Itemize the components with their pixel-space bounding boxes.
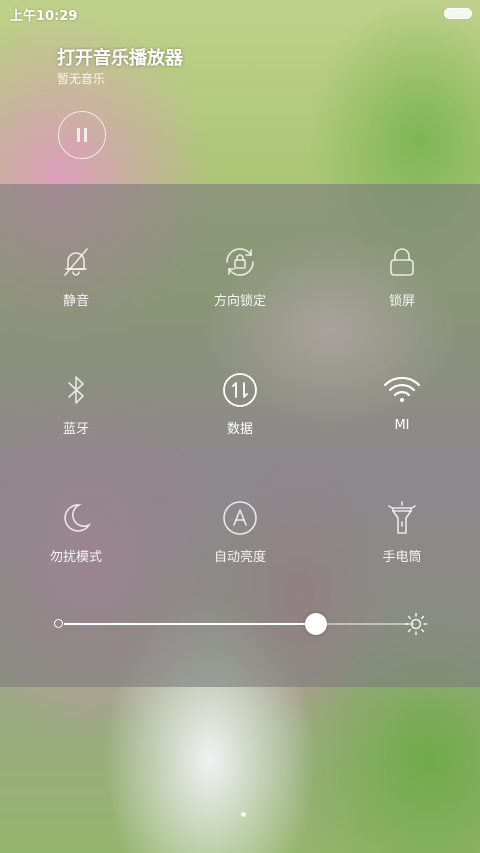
toggle-label: 数据 bbox=[226, 422, 253, 437]
toggle-wifi[interactable]: MI bbox=[342, 370, 462, 460]
toggle-mute[interactable]: 静音 bbox=[16, 242, 136, 332]
battery-icon bbox=[444, 8, 472, 19]
play-pause-button[interactable] bbox=[58, 111, 106, 159]
toggle-bluetooth[interactable]: 蓝牙 bbox=[16, 370, 136, 460]
sun-icon bbox=[404, 612, 428, 636]
toggle-flashlight[interactable]: 手电筒 bbox=[342, 498, 462, 588]
flashlight-icon bbox=[382, 498, 422, 538]
toggle-label: 锁屏 bbox=[388, 294, 415, 309]
brightness-thumb[interactable] bbox=[305, 613, 327, 635]
toggle-mobile-data[interactable]: 数据 bbox=[180, 370, 300, 460]
toggle-label: 勿扰模式 bbox=[49, 550, 102, 565]
toggle-rotation-lock[interactable]: 方向锁定 bbox=[180, 242, 300, 332]
mute-bell-icon bbox=[56, 242, 96, 282]
bluetooth-icon bbox=[56, 370, 96, 410]
wifi-icon bbox=[382, 370, 422, 410]
toggle-label: 自动亮度 bbox=[213, 550, 266, 565]
toggle-label: 方向锁定 bbox=[213, 294, 266, 309]
music-title[interactable]: 打开音乐播放器 bbox=[57, 44, 183, 70]
toggle-do-not-disturb[interactable]: 勿扰模式 bbox=[16, 498, 136, 588]
music-widget: 打开音乐播放器 暂无音乐 bbox=[0, 26, 480, 184]
page-indicator-dot bbox=[241, 812, 246, 817]
quick-settings-panel: 静音 方向锁定 锁屏 蓝牙 数据 MI 勿扰模式 自动亮度 手电筒 bbox=[0, 184, 480, 687]
toggle-auto-brightness[interactable]: 自动亮度 bbox=[180, 498, 300, 588]
brightness-fill bbox=[64, 623, 316, 625]
brightness-slider[interactable] bbox=[0, 604, 480, 644]
lock-icon bbox=[382, 242, 422, 282]
music-subtitle: 暂无音乐 bbox=[57, 72, 106, 86]
toggle-label: 蓝牙 bbox=[62, 422, 89, 437]
status-time: 上午10:29 bbox=[10, 9, 78, 24]
status-bar: 上午10:29 bbox=[0, 0, 480, 26]
toggle-label: MI bbox=[394, 418, 410, 433]
toggle-lock-screen[interactable]: 锁屏 bbox=[342, 242, 462, 332]
toggle-label: 静音 bbox=[62, 294, 89, 309]
pause-icon bbox=[77, 128, 87, 142]
mobile-data-icon bbox=[220, 370, 260, 410]
toggle-label: 手电筒 bbox=[382, 550, 422, 565]
moon-icon bbox=[56, 498, 96, 538]
auto-brightness-icon bbox=[220, 498, 260, 538]
rotation-lock-icon bbox=[220, 242, 260, 282]
brightness-min-marker bbox=[54, 619, 63, 628]
